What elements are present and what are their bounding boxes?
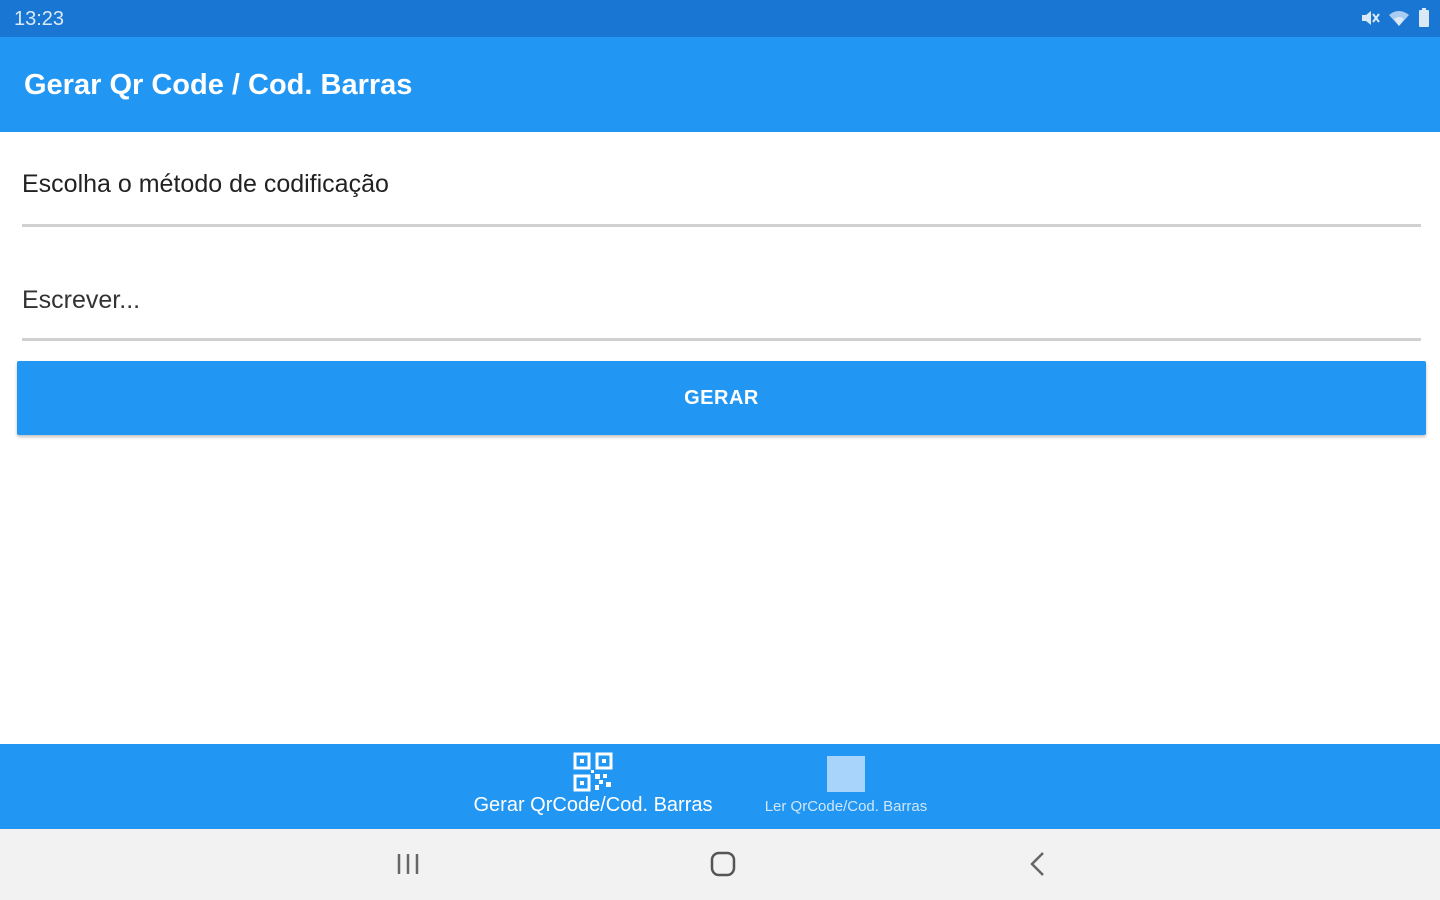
mute-icon — [1360, 9, 1380, 27]
status-icons — [1360, 8, 1430, 28]
encoding-method-select[interactable]: Escolha o método de codificação — [22, 150, 1421, 227]
scan-placeholder-icon — [827, 756, 865, 797]
encoding-method-value: Escolha o método de codificação — [22, 170, 389, 198]
status-bar: 13:23 — [0, 0, 1440, 37]
text-input[interactable] — [22, 281, 1417, 319]
status-time: 13:23 — [14, 8, 65, 30]
wifi-icon — [1388, 9, 1410, 27]
nav-item-ler[interactable]: Ler QrCode/Cod. Barras — [740, 744, 952, 829]
battery-icon — [1418, 8, 1430, 28]
back-icon[interactable] — [1026, 849, 1050, 884]
recents-icon[interactable] — [396, 849, 420, 884]
nav-label-gerar: Gerar QrCode/Cod. Barras — [473, 794, 713, 816]
page-title: Gerar Qr Code / Cod. Barras — [24, 69, 413, 101]
app-bar: Gerar Qr Code / Cod. Barras — [0, 37, 1440, 132]
home-icon[interactable] — [708, 849, 738, 884]
generate-button[interactable]: GERAR — [17, 361, 1426, 435]
nav-label-ler: Ler QrCode/Cod. Barras — [764, 798, 928, 815]
bottom-navigation: Gerar QrCode/Cod. Barras Ler QrCode/Cod.… — [0, 744, 1440, 829]
system-navigation-bar — [0, 829, 1440, 900]
nav-item-gerar[interactable]: Gerar QrCode/Cod. Barras — [460, 744, 726, 829]
text-field — [22, 265, 1421, 341]
qr-code-icon — [573, 752, 613, 797]
